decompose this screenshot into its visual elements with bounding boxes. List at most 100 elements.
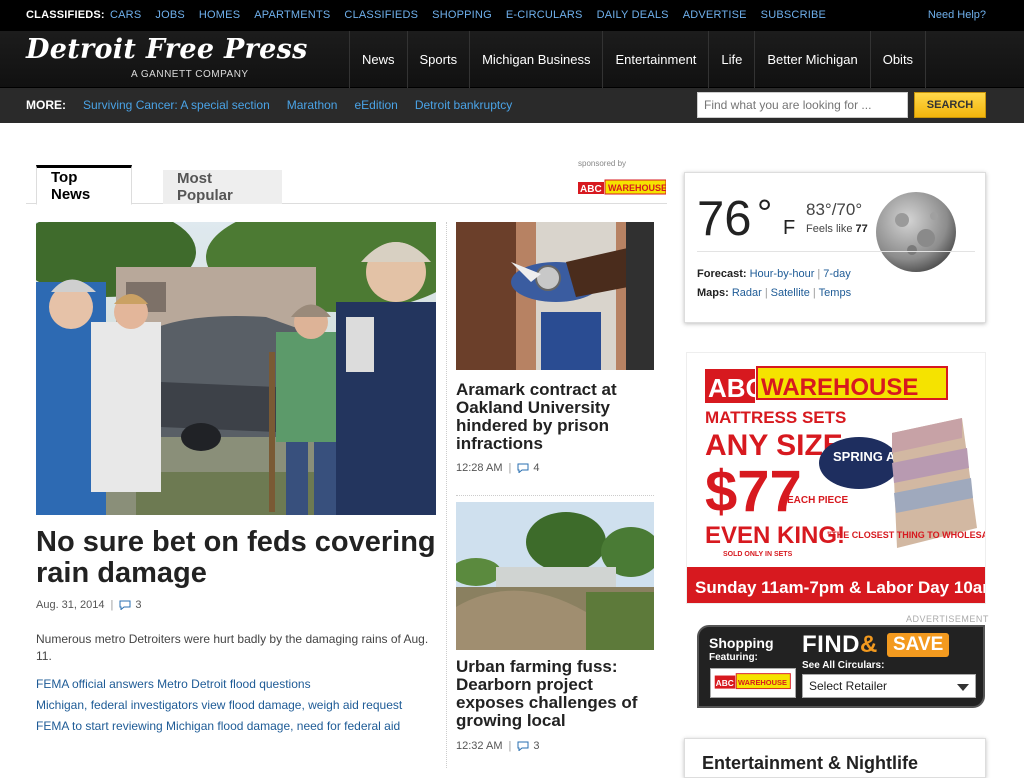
entertainment-title[interactable]: Entertainment & Nightlife bbox=[702, 753, 918, 774]
featured-retailer-logo[interactable]: ABC WAREHOUSE bbox=[710, 668, 796, 698]
masthead: Detroit Free Press A GANNETT COMPANY New… bbox=[0, 31, 1024, 88]
side-story-time-2: 12:32 AM bbox=[456, 740, 503, 752]
maps-link-radar[interactable]: Radar bbox=[732, 287, 762, 299]
moon-icon bbox=[876, 192, 956, 272]
side-story-photo-1[interactable] bbox=[456, 222, 654, 370]
classifieds-link-apartments[interactable]: APARTMENTS bbox=[254, 9, 330, 21]
find-text: FIND bbox=[802, 631, 860, 658]
nav-obits[interactable]: Obits bbox=[869, 31, 927, 88]
svg-text:WAREHOUSE: WAREHOUSE bbox=[608, 183, 666, 193]
lead-story-photo[interactable] bbox=[36, 222, 436, 515]
lead-summary: Numerous metro Detroiters were hurt badl… bbox=[36, 632, 429, 663]
classifieds-link-classifieds[interactable]: CLASSIFIEDS bbox=[344, 9, 418, 21]
nav-news[interactable]: News bbox=[349, 31, 407, 88]
nav-life[interactable]: Life bbox=[708, 31, 754, 88]
ad-price: $77 bbox=[705, 459, 802, 524]
advertisement-label: ADVERTISEMENT bbox=[906, 614, 989, 624]
select-retailer-dropdown[interactable]: Select Retailer bbox=[802, 674, 976, 698]
side-story-comments-2[interactable]: 3 bbox=[533, 740, 539, 752]
side-story-meta-2: 12:32 AM | 3 bbox=[456, 740, 539, 752]
high-low: 83°/70° bbox=[806, 200, 863, 219]
side-story-meta-1: 12:28 AM | 4 bbox=[456, 462, 539, 474]
featuring-label: Featuring: bbox=[709, 652, 758, 663]
related-links: FEMA official answers Metro Detroit floo… bbox=[36, 674, 402, 737]
forecast-link-hourly[interactable]: Hour-by-hour bbox=[750, 268, 815, 280]
nav-better-michigan[interactable]: Better Michigan bbox=[754, 31, 869, 88]
tab-most-popular[interactable]: Most Popular bbox=[163, 170, 282, 204]
comment-icon[interactable] bbox=[517, 741, 529, 751]
story-divider bbox=[456, 495, 654, 496]
need-help-link[interactable]: Need Help? bbox=[928, 9, 986, 21]
classifieds-link-ecirculars[interactable]: E-CIRCULARS bbox=[506, 9, 583, 21]
classifieds-links: CARS JOBS HOMES APARTMENTS CLASSIFIEDS S… bbox=[110, 9, 840, 21]
temperature-unit: F bbox=[783, 217, 796, 239]
svg-text:WAREHOUSE: WAREHOUSE bbox=[738, 678, 787, 687]
classifieds-link-subscribe[interactable]: SUBSCRIBE bbox=[761, 9, 826, 21]
lead-comment-count[interactable]: 3 bbox=[135, 599, 141, 611]
classifieds-link-shopping[interactable]: SHOPPING bbox=[432, 9, 492, 21]
maps-label: Maps: bbox=[697, 287, 729, 299]
lead-meta: Aug. 31, 2014 | 3 bbox=[36, 599, 142, 611]
classifieds-label: CLASSIFIEDS: bbox=[26, 9, 105, 21]
side-story-headline-1[interactable]: Aramark contract at Oakland University h… bbox=[456, 381, 661, 453]
gannett-tagline: A GANNETT COMPANY bbox=[131, 69, 249, 80]
classifieds-link-homes[interactable]: HOMES bbox=[199, 9, 240, 21]
maps-link-satellite[interactable]: Satellite bbox=[771, 287, 810, 299]
entertainment-box: Entertainment & Nightlife bbox=[684, 738, 986, 778]
column-divider bbox=[446, 222, 447, 768]
comment-icon[interactable] bbox=[119, 600, 131, 610]
link-separator: | bbox=[764, 287, 768, 299]
classifieds-link-advertise[interactable]: ADVERTISE bbox=[683, 9, 747, 21]
feels-like-value: 77 bbox=[855, 223, 868, 235]
svg-text:ABC: ABC bbox=[580, 184, 602, 195]
more-links: Surviving Cancer: A special section Mara… bbox=[83, 98, 529, 112]
find-and-save-widget: Shopping Featuring: ABC WAREHOUSE FIND& … bbox=[697, 625, 985, 708]
weather-widget[interactable]: 76 ° F 83°/70° Feels like 77 Forecast: H… bbox=[684, 172, 986, 323]
svg-text:WAREHOUSE: WAREHOUSE bbox=[761, 374, 918, 401]
classifieds-link-daily-deals[interactable]: DAILY DEALS bbox=[597, 9, 669, 21]
nav-entertainment[interactable]: Entertainment bbox=[602, 31, 708, 88]
weather-divider bbox=[697, 251, 975, 252]
classifieds-bar: CLASSIFIEDS: CARS JOBS HOMES APARTMENTS … bbox=[0, 0, 1024, 31]
mattress-ad[interactable]: ABC WAREHOUSE MATTRESS SETS ANY SIZE $77… bbox=[686, 352, 986, 604]
more-link-detroit-bankruptcy[interactable]: Detroit bankruptcy bbox=[415, 98, 512, 112]
side-story-headline-2[interactable]: Urban farming fuss: Dearborn project exp… bbox=[456, 658, 661, 730]
main-nav: News Sports Michigan Business Entertainm… bbox=[349, 31, 927, 88]
search-button[interactable]: SEARCH bbox=[914, 92, 986, 118]
maps-row: Maps: Radar | Satellite | Temps bbox=[697, 287, 851, 299]
more-link-surviving-cancer[interactable]: Surviving Cancer: A special section bbox=[83, 98, 270, 112]
sponsor-logo[interactable]: ABC WAREHOUSE bbox=[578, 178, 666, 196]
classifieds-link-jobs[interactable]: JOBS bbox=[155, 9, 185, 21]
more-label: MORE: bbox=[26, 98, 66, 112]
svg-text:ABC: ABC bbox=[716, 678, 734, 688]
search-input[interactable] bbox=[697, 92, 908, 118]
related-link[interactable]: Michigan, federal investigators view flo… bbox=[36, 695, 402, 716]
site-logo[interactable]: Detroit Free Press bbox=[26, 34, 308, 65]
sponsored-label: sponsored by bbox=[578, 159, 627, 168]
ad-closest: "THE CLOSEST THING TO WHOLESALE" bbox=[827, 530, 986, 540]
ad-mattress-sets: MATTRESS SETS bbox=[705, 408, 846, 427]
select-retailer-value: Select Retailer bbox=[809, 679, 888, 693]
more-link-eedition[interactable]: eEdition bbox=[354, 98, 397, 112]
classifieds-link-cars[interactable]: CARS bbox=[110, 9, 141, 21]
related-link[interactable]: FEMA official answers Metro Detroit floo… bbox=[36, 674, 402, 695]
more-link-marathon[interactable]: Marathon bbox=[287, 98, 338, 112]
ad-sold-in-sets: SOLD ONLY IN SETS bbox=[723, 551, 793, 558]
related-link[interactable]: FEMA to start reviewing Michigan flood d… bbox=[36, 716, 402, 737]
forecast-label: Forecast: bbox=[697, 268, 747, 280]
forecast-link-7day[interactable]: 7-day bbox=[823, 268, 851, 280]
news-tabs: Top News Most Popular bbox=[26, 163, 667, 205]
nav-sports[interactable]: Sports bbox=[406, 31, 470, 88]
find-label: FIND& bbox=[802, 631, 878, 659]
forecast-row: Forecast: Hour-by-hour | 7-day bbox=[697, 268, 851, 280]
lead-headline[interactable]: No sure bet on feds covering rain damage bbox=[36, 527, 436, 589]
feels-like-label: Feels like bbox=[806, 223, 853, 235]
side-story-photo-2[interactable] bbox=[456, 502, 654, 650]
ad-each: EACH PIECE bbox=[787, 495, 848, 506]
comment-icon[interactable] bbox=[517, 463, 529, 473]
tab-top-news[interactable]: Top News bbox=[36, 165, 132, 205]
nav-michigan-business[interactable]: Michigan Business bbox=[469, 31, 602, 88]
maps-link-temps[interactable]: Temps bbox=[819, 287, 851, 299]
current-temperature: 76 bbox=[697, 192, 752, 246]
side-story-comments-1[interactable]: 4 bbox=[533, 462, 539, 474]
